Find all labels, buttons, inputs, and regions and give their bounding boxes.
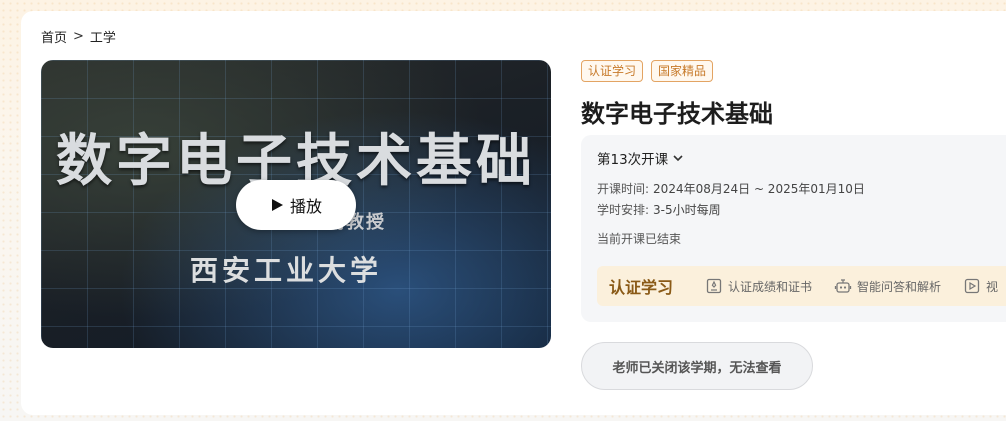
video-icon [964, 278, 980, 294]
schedule-label: 学时安排: [597, 203, 650, 217]
video-school: 西安工业大学 [189, 254, 382, 287]
breadcrumb-home[interactable]: 首页 [41, 27, 67, 46]
term-label: 第13次开课 [597, 152, 669, 168]
robot-icon [834, 279, 852, 293]
cert-title: 认证学习 [609, 278, 674, 297]
schedule-value: 3-5小时每周 [653, 203, 721, 217]
tag-certified: 认证学习 [581, 60, 644, 82]
cert-item-ai-qa-label: 智能问答和解析 [857, 279, 942, 294]
cert-item-ai-qa: 智能问答和解析 [834, 277, 941, 295]
course-video-cover[interactable]: 数字电子技术基础 副教授 西安工业大学 播放 [41, 60, 551, 348]
certificate-icon [706, 278, 722, 294]
breadcrumb: 首页 > 工学 [41, 27, 116, 46]
term-closed-button[interactable]: 老师已关闭该学期，无法查看 [581, 342, 813, 390]
play-icon [271, 199, 283, 211]
open-time-label: 开课时间: [597, 182, 650, 196]
breadcrumb-current[interactable]: 工学 [90, 27, 116, 46]
cert-item-video: 视 [963, 277, 998, 295]
certification-bar: 认证学习 认证成绩和证书 智能问答和解析 视 [597, 266, 1006, 306]
cert-item-certificate: 认证成绩和证书 [705, 277, 812, 295]
cert-item-video-label: 视 [986, 279, 999, 294]
open-time-value: 2024年08月24日 ~ 2025年01月10日 [653, 182, 865, 196]
play-button-label: 播放 [289, 197, 322, 216]
term-status: 当前开课已结束 [597, 232, 682, 246]
play-button[interactable]: 播放 [236, 180, 356, 230]
course-title: 数字电子技术基础 [581, 100, 773, 128]
schedule: 学时安排: 3-5小时每周 [597, 201, 721, 218]
breadcrumb-separator: > [73, 29, 84, 44]
course-card: 首页 > 工学 数字电子技术基础 副教授 西安工业大学 播放 认证学习 国家精品… [21, 11, 1006, 415]
cert-item-certificate-label: 认证成绩和证书 [728, 279, 813, 294]
open-time: 开课时间: 2024年08月24日 ~ 2025年01月10日 [597, 180, 865, 197]
course-info-panel: 第13次开课 开课时间: 2024年08月24日 ~ 2025年01月10日 学时… [581, 135, 1006, 322]
term-selector[interactable]: 第13次开课 [597, 148, 684, 168]
tag-national-quality: 国家精品 [651, 60, 714, 82]
course-tags: 认证学习 国家精品 [581, 60, 714, 82]
chevron-down-icon [673, 155, 683, 162]
